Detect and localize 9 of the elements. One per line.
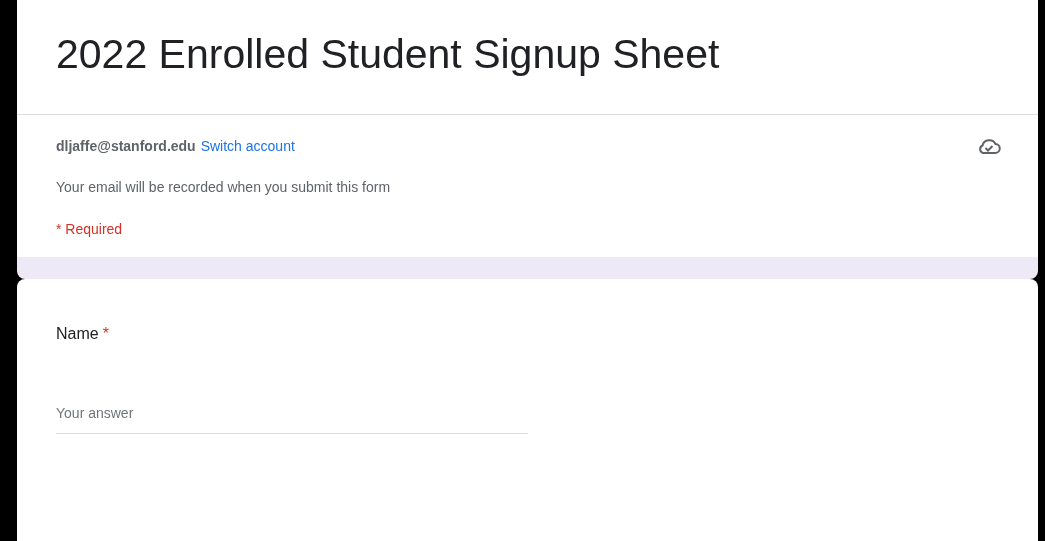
email-notice: Your email will be recorded when you submit this form	[56, 179, 392, 195]
required-mark: *	[102, 325, 109, 343]
cloud-check-icon	[977, 137, 1001, 155]
account-email: dljaffe@stanford.edu	[56, 138, 196, 154]
switch-account-link[interactable]: Switch account	[200, 138, 295, 154]
required-notice: * Required	[56, 221, 124, 237]
question-label: Name	[56, 325, 99, 343]
answer-field[interactable]: Your answer	[56, 405, 528, 434]
form-title: 2022 Enrolled Student Signup Sheet	[56, 32, 721, 78]
